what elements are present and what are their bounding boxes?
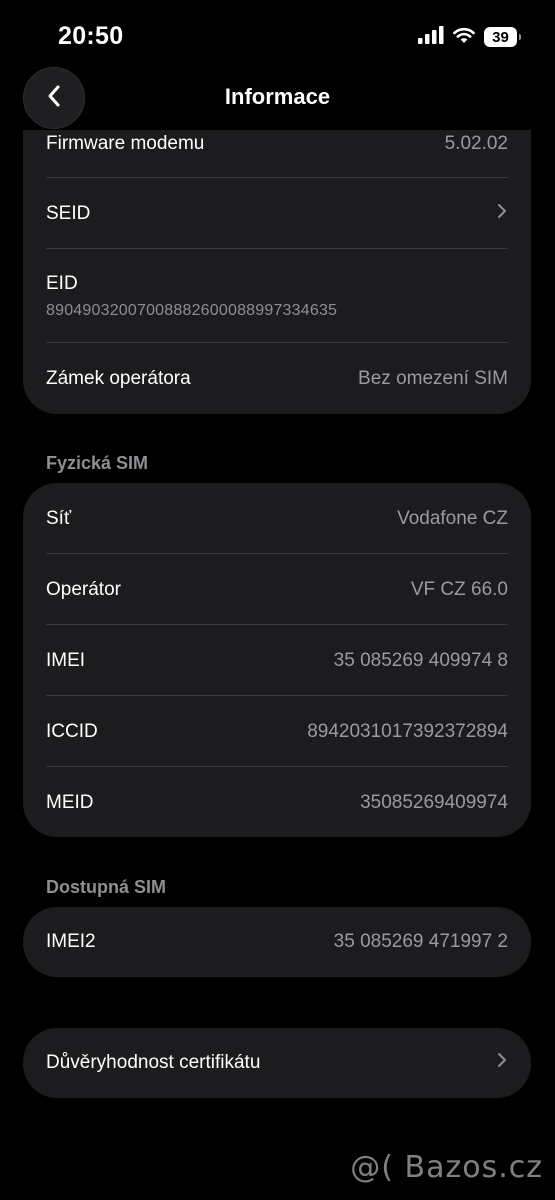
iccid-label: ICCID — [46, 721, 98, 742]
available-sim-card: IMEI2 35 085269 471997 2 — [23, 907, 531, 977]
iccid-value: 8942031017392372894 — [307, 721, 508, 742]
imei-label: IMEI — [46, 650, 86, 671]
imei-row: IMEI 35 085269 409974 8 — [46, 647, 508, 675]
status-time: 20:50 — [58, 22, 124, 50]
divider — [46, 248, 508, 249]
iccid-row: ICCID 8942031017392372894 — [46, 718, 508, 746]
divider — [46, 624, 508, 625]
status-bar: 20:50 39 — [0, 0, 555, 72]
divider — [46, 695, 508, 696]
divider — [46, 553, 508, 554]
firmware-label: Firmware modemu — [46, 133, 205, 154]
imei2-row: IMEI2 35 085269 471997 2 — [46, 928, 508, 956]
page-title: Informace — [224, 84, 331, 109]
eid-row[interactable]: EID — [46, 270, 508, 298]
cellular-signal-icon — [418, 25, 444, 49]
network-row: Síť Vodafone CZ — [46, 505, 508, 533]
carrier-row: Operátor VF CZ 66.0 — [46, 576, 508, 604]
seid-label: SEID — [46, 203, 91, 224]
divider — [46, 177, 508, 178]
physical-sim-header: Fyzická SIM — [46, 453, 149, 473]
carrier-value: VF CZ 66.0 — [410, 579, 508, 600]
chevron-right-icon — [496, 1052, 508, 1074]
imei-value: 35 085269 409974 8 — [333, 650, 508, 671]
divider — [46, 766, 508, 767]
firmware-value: 5.02.02 — [444, 133, 508, 154]
carrier-lock-row: Zámek operátora Bez omezení SIM — [46, 365, 508, 393]
eid-value: 89049032007008882600088997334635 — [46, 302, 338, 319]
physical-sim-card: Síť Vodafone CZ Operátor VF CZ 66.0 IMEI… — [23, 483, 531, 837]
available-sim-header: Dostupná SIM — [46, 877, 166, 897]
wifi-icon — [452, 26, 476, 49]
network-value: Vodafone CZ — [397, 508, 508, 529]
seid-row[interactable]: SEID — [46, 200, 508, 228]
imei2-label: IMEI2 — [46, 931, 96, 952]
status-icons: 39 — [418, 25, 521, 49]
battery-icon: 39 — [484, 27, 521, 47]
certificate-trust-label: Důvěryhodnost certifikátu — [46, 1052, 261, 1073]
firmware-row: Firmware modemu 5.02.02 — [46, 130, 508, 158]
meid-value: 35085269409974 — [360, 792, 508, 813]
carrier-lock-label: Zámek operátora — [46, 368, 191, 389]
network-label: Síť — [46, 508, 72, 529]
watermark: @( Bazos.cz — [350, 1150, 543, 1185]
meid-label: MEID — [46, 792, 94, 813]
divider — [46, 342, 508, 343]
device-info-card: Firmware modemu 5.02.02 SEID EID 8904903… — [23, 110, 531, 414]
meid-row: MEID 35085269409974 — [46, 789, 508, 817]
carrier-lock-value: Bez omezení SIM — [358, 368, 508, 389]
certificate-trust-card[interactable]: Důvěryhodnost certifikátu — [23, 1028, 531, 1098]
carrier-label: Operátor — [46, 579, 121, 600]
imei2-value: 35 085269 471997 2 — [333, 931, 508, 952]
chevron-right-icon — [496, 203, 508, 225]
certificate-trust-row[interactable]: Důvěryhodnost certifikátu — [46, 1049, 508, 1077]
eid-label: EID — [46, 273, 78, 294]
